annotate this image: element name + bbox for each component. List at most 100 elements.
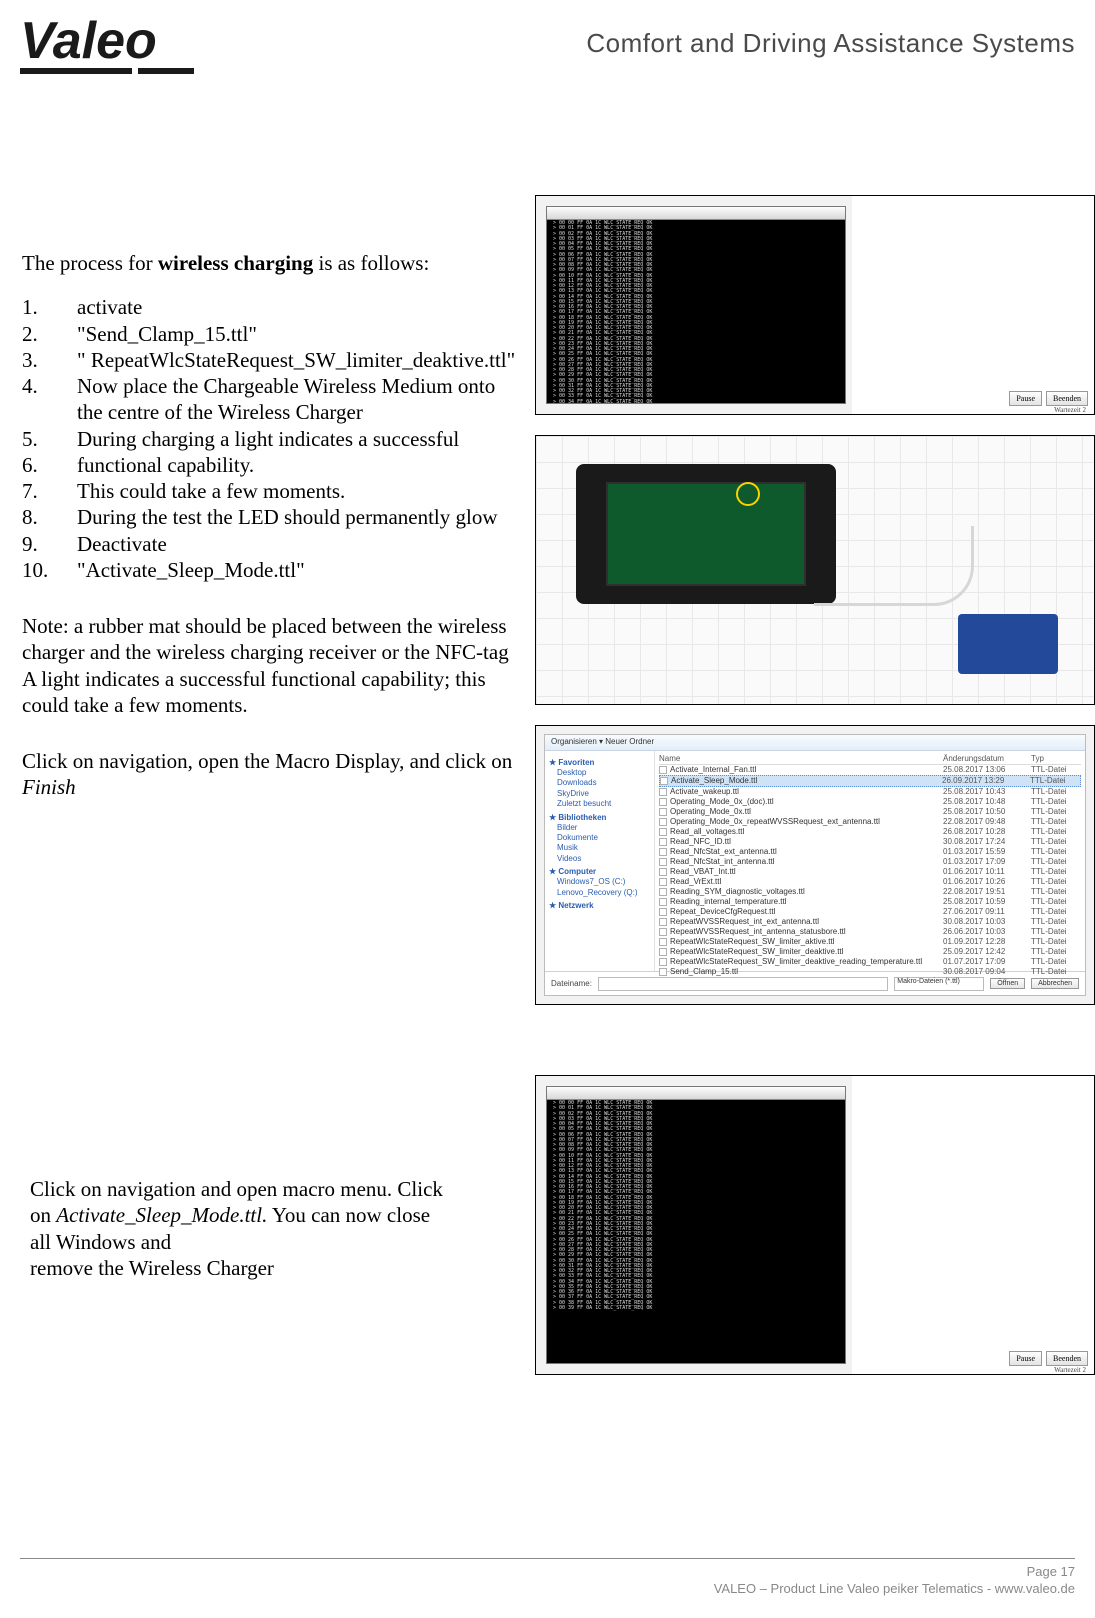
open-button[interactable]: Öffnen xyxy=(990,978,1025,989)
step-text: " RepeatWlcStateRequest_SW_limiter_deakt… xyxy=(77,347,522,373)
sidebar-item[interactable]: Bilder xyxy=(549,823,650,833)
step-number: 2. xyxy=(22,321,77,347)
sidebar-group[interactable]: ★ Favoriten xyxy=(549,758,650,767)
terminal-window: > 00 00 FF 0A 1C WLC_STATE_REQ OK > 00 0… xyxy=(546,1086,846,1364)
filename-input[interactable] xyxy=(598,977,888,991)
file-row[interactable]: Activate_Internal_Fan.ttl25.08.2017 13:0… xyxy=(659,765,1081,775)
file-icon xyxy=(659,948,667,956)
step-text: functional capability. xyxy=(77,452,522,478)
dialog-sidebar[interactable]: ★ FavoritenDesktopDownloadsSkyDriveZulet… xyxy=(545,751,655,971)
cancel-button[interactable]: Abbrechen xyxy=(1031,978,1079,989)
file-row[interactable]: Activate_wakeup.ttl25.08.2017 10:43TTL-D… xyxy=(659,787,1081,797)
step-row: 10."Activate_Sleep_Mode.ttl" xyxy=(22,557,522,583)
file-row[interactable]: Read_VBAT_Int.ttl01.06.2017 10:11TTL-Dat… xyxy=(659,867,1081,877)
step-text: During charging a light indicates a succ… xyxy=(77,426,522,452)
file-row[interactable]: Operating_Mode_0x_repeatWVSSRequest_ext_… xyxy=(659,817,1081,827)
file-row[interactable]: RepeatWlcStateRequest_SW_limiter_deaktiv… xyxy=(659,947,1081,957)
step-number: 9. xyxy=(22,531,77,557)
file-row[interactable]: Read_VrExt.ttl01.06.2017 10:26TTL-Datei xyxy=(659,877,1081,887)
note-paragraph: Note: a rubber mat should be placed betw… xyxy=(22,613,522,718)
file-icon xyxy=(659,958,667,966)
page-footer: Page 17 VALEO – Product Line Valeo peike… xyxy=(20,1558,1075,1598)
sidebar-item[interactable]: Musik xyxy=(549,843,650,853)
file-row[interactable]: Reading_SYM_diagnostic_voltages.ttl22.08… xyxy=(659,887,1081,897)
filetype-filter[interactable]: Makro-Dateien (*.ttl) xyxy=(894,977,984,991)
step-text: Deactivate xyxy=(77,531,522,557)
sidebar-item[interactable]: Dokumente xyxy=(549,833,650,843)
dialog-toolbar[interactable]: Organisieren ▾ Neuer Ordner xyxy=(545,735,1085,751)
col-name[interactable]: Name xyxy=(659,754,943,763)
file-row[interactable]: RepeatWlcStateRequest_SW_limiter_deaktiv… xyxy=(659,957,1081,967)
screenshot-file-dialog: Organisieren ▾ Neuer Ordner ★ FavoritenD… xyxy=(535,725,1095,1005)
figures-column: > 00 00 FF 0A 1C WLC_STATE_REQ OK > 00 0… xyxy=(535,195,1095,1025)
file-row[interactable]: Repeat_DeviceCfgRequest.ttl27.06.2017 09… xyxy=(659,907,1081,917)
file-icon xyxy=(659,838,667,846)
header-title: Comfort and Driving Assistance Systems xyxy=(586,28,1075,59)
step-row: 1.activate xyxy=(22,294,522,320)
col-date[interactable]: Änderungsdatum xyxy=(943,754,1031,763)
file-icon xyxy=(659,858,667,866)
intro-suffix: is as follows: xyxy=(313,251,429,275)
file-icon xyxy=(659,888,667,896)
dialog-file-list[interactable]: Name Änderungsdatum Typ Activate_Interna… xyxy=(655,751,1085,971)
file-icon xyxy=(659,928,667,936)
filename-label: Dateiname: xyxy=(551,979,592,988)
file-icon xyxy=(659,848,667,856)
intro-bold: wireless charging xyxy=(158,251,313,275)
file-open-dialog[interactable]: Organisieren ▾ Neuer Ordner ★ FavoritenD… xyxy=(544,734,1086,996)
sidebar-group[interactable]: ★ Netzwerk xyxy=(549,901,650,910)
file-row[interactable]: Read_NfcStat_ext_antenna.ttl01.03.2017 1… xyxy=(659,847,1081,857)
file-row[interactable]: Read_NfcStat_int_antenna.ttl01.03.2017 1… xyxy=(659,857,1081,867)
step-number: 5. xyxy=(22,426,77,452)
page-number: Page 17 xyxy=(20,1563,1075,1581)
step-number: 6. xyxy=(22,452,77,478)
file-icon xyxy=(659,918,667,926)
pause-button[interactable]: Pause xyxy=(1009,391,1042,406)
file-icon xyxy=(659,868,667,876)
pause-button[interactable]: Pause xyxy=(1009,1351,1042,1366)
step-number: 10. xyxy=(22,557,77,583)
file-row[interactable]: RepeatWVSSRequest_int_antenna_statusbore… xyxy=(659,927,1081,937)
sidebar-item[interactable]: Windows7_OS (C:) xyxy=(549,877,650,887)
photo-hardware xyxy=(535,435,1095,705)
sidebar-group[interactable]: ★ Bibliotheken xyxy=(549,813,650,822)
page-header: Valeo Comfort and Driving Assistance Sys… xyxy=(0,0,1095,100)
step-number: 8. xyxy=(22,504,77,530)
step-text: During the test the LED should permanent… xyxy=(77,504,522,530)
sidebar-item[interactable]: Downloads xyxy=(549,778,650,788)
sidebar-item[interactable]: SkyDrive xyxy=(549,789,650,799)
column-headers[interactable]: Name Änderungsdatum Typ xyxy=(659,753,1081,765)
sidebar-item[interactable]: Lenovo_Recovery (Q:) xyxy=(549,888,650,898)
steps-list: 1.activate2."Send_Clamp_15.ttl"3." Repea… xyxy=(22,294,522,583)
step-text: This could take a few moments. xyxy=(77,478,522,504)
file-icon xyxy=(659,898,667,906)
close-button[interactable]: Beenden xyxy=(1046,1351,1088,1366)
file-row[interactable]: Send_Clamp_15.ttl30.08.2017 09:04TTL-Dat… xyxy=(659,967,1081,977)
file-row[interactable]: Reading_internal_temperature.ttl25.08.20… xyxy=(659,897,1081,907)
sidebar-item[interactable]: Desktop xyxy=(549,768,650,778)
step-number: 3. xyxy=(22,347,77,373)
step-row: 5.During charging a light indicates a su… xyxy=(22,426,522,452)
col-type[interactable]: Typ xyxy=(1031,754,1081,763)
step-row: 6.functional capability. xyxy=(22,452,522,478)
file-icon xyxy=(659,808,667,816)
file-icon xyxy=(659,766,667,774)
sidebar-item[interactable]: Videos xyxy=(549,854,650,864)
file-icon xyxy=(660,777,668,785)
step-row: 7.This could take a few moments. xyxy=(22,478,522,504)
file-row[interactable]: RepeatWVSSRequest_int_ext_antenna.ttl30.… xyxy=(659,917,1081,927)
file-row[interactable]: RepeatWlcStateRequest_SW_limiter_aktive.… xyxy=(659,937,1081,947)
file-icon xyxy=(659,818,667,826)
file-icon xyxy=(659,828,667,836)
screenshot-terminal-2: > 00 00 FF 0A 1C WLC_STATE_REQ OK > 00 0… xyxy=(535,1075,1095,1375)
file-row[interactable]: Operating_Mode_0x.ttl25.08.2017 10:50TTL… xyxy=(659,807,1081,817)
file-row[interactable]: Read_NFC_ID.ttl30.08.2017 17:24TTL-Datei xyxy=(659,837,1081,847)
file-row[interactable]: Operating_Mode_0x_(doc).ttl25.08.2017 10… xyxy=(659,797,1081,807)
sidebar-item[interactable]: Zuletzt besucht xyxy=(549,799,650,809)
close-button[interactable]: Beenden xyxy=(1046,391,1088,406)
step-number: 7. xyxy=(22,478,77,504)
file-row[interactable]: Read_all_voltages.ttl26.08.2017 10:28TTL… xyxy=(659,827,1081,837)
sidebar-group[interactable]: ★ Computer xyxy=(549,867,650,876)
file-row[interactable]: Activate_Sleep_Mode.ttl26.09.2017 13:29T… xyxy=(659,775,1081,787)
terminal-status: Wartezeit 2 xyxy=(1052,1366,1088,1374)
